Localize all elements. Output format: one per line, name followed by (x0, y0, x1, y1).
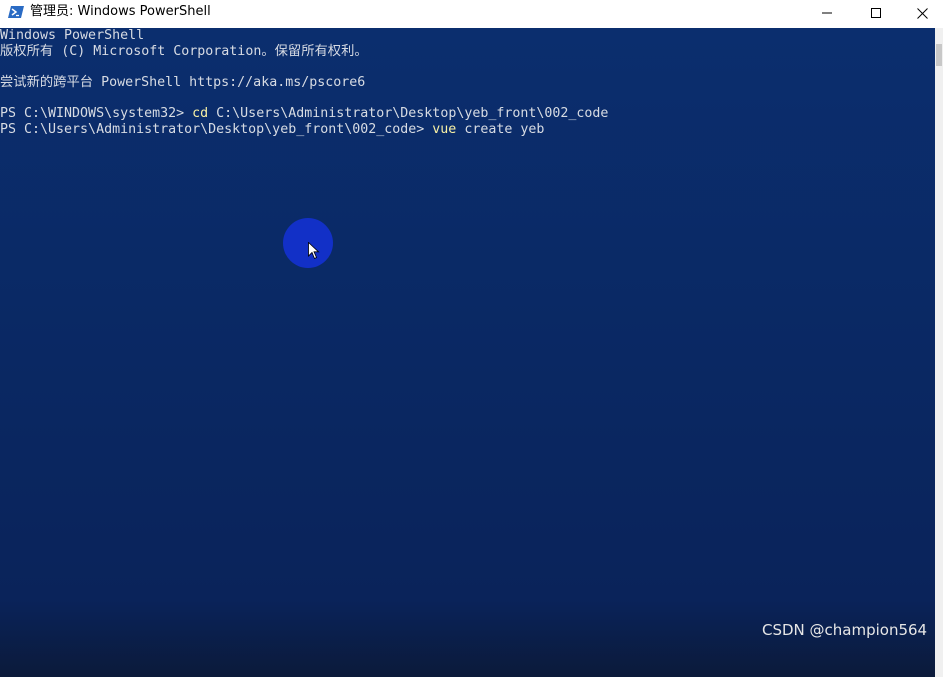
close-button[interactable] (902, 0, 943, 26)
close-icon (917, 7, 928, 19)
command-keyword: cd (192, 106, 209, 121)
console-line-text: 尝试新的跨平台 PowerShell https://aka.ms/pscore… (0, 75, 366, 90)
vertical-scrollbar[interactable] (935, 28, 943, 677)
console-line: Windows PowerShell (0, 28, 144, 44)
minimize-button[interactable] (804, 0, 850, 26)
mouse-pointer-icon (308, 242, 320, 260)
title-bar[interactable]: 管理员: Windows PowerShell (0, 0, 943, 26)
powershell-icon (8, 6, 24, 18)
command-args: create yeb (456, 122, 545, 137)
console-command-line: PS C:\WINDOWS\system32> cd C:\Users\Admi… (0, 106, 608, 122)
console-command-line: PS C:\Users\Administrator\Desktop\yeb_fr… (0, 122, 544, 138)
console-line: 尝试新的跨平台 PowerShell https://aka.ms/pscore… (0, 75, 365, 91)
minimize-icon (822, 12, 832, 14)
command-args: C:\Users\Administrator\Desktop\yeb_front… (208, 106, 609, 121)
prompt: PS C:\Users\Administrator\Desktop\yeb_fr… (0, 122, 433, 137)
command-keyword: vue (432, 122, 457, 137)
window-title: 管理员: Windows PowerShell (30, 4, 211, 19)
console-line-text: Windows PowerShell (0, 28, 145, 43)
maximize-button[interactable] (853, 0, 899, 26)
powershell-window: 管理员: Windows PowerShell Windows PowerShe… (0, 0, 943, 677)
prompt: PS C:\WINDOWS\system32> (0, 106, 193, 121)
console-line-text: 版权所有 (C) Microsoft Corporation。保留所有权利。 (0, 44, 368, 59)
watermark: CSDN @champion564 (762, 621, 928, 639)
console-line: 版权所有 (C) Microsoft Corporation。保留所有权利。 (0, 44, 368, 60)
console-area[interactable]: Windows PowerShell 版权所有 (C) Microsoft Co… (0, 28, 935, 677)
scrollbar-thumb[interactable] (936, 44, 942, 66)
maximize-icon (871, 8, 881, 18)
